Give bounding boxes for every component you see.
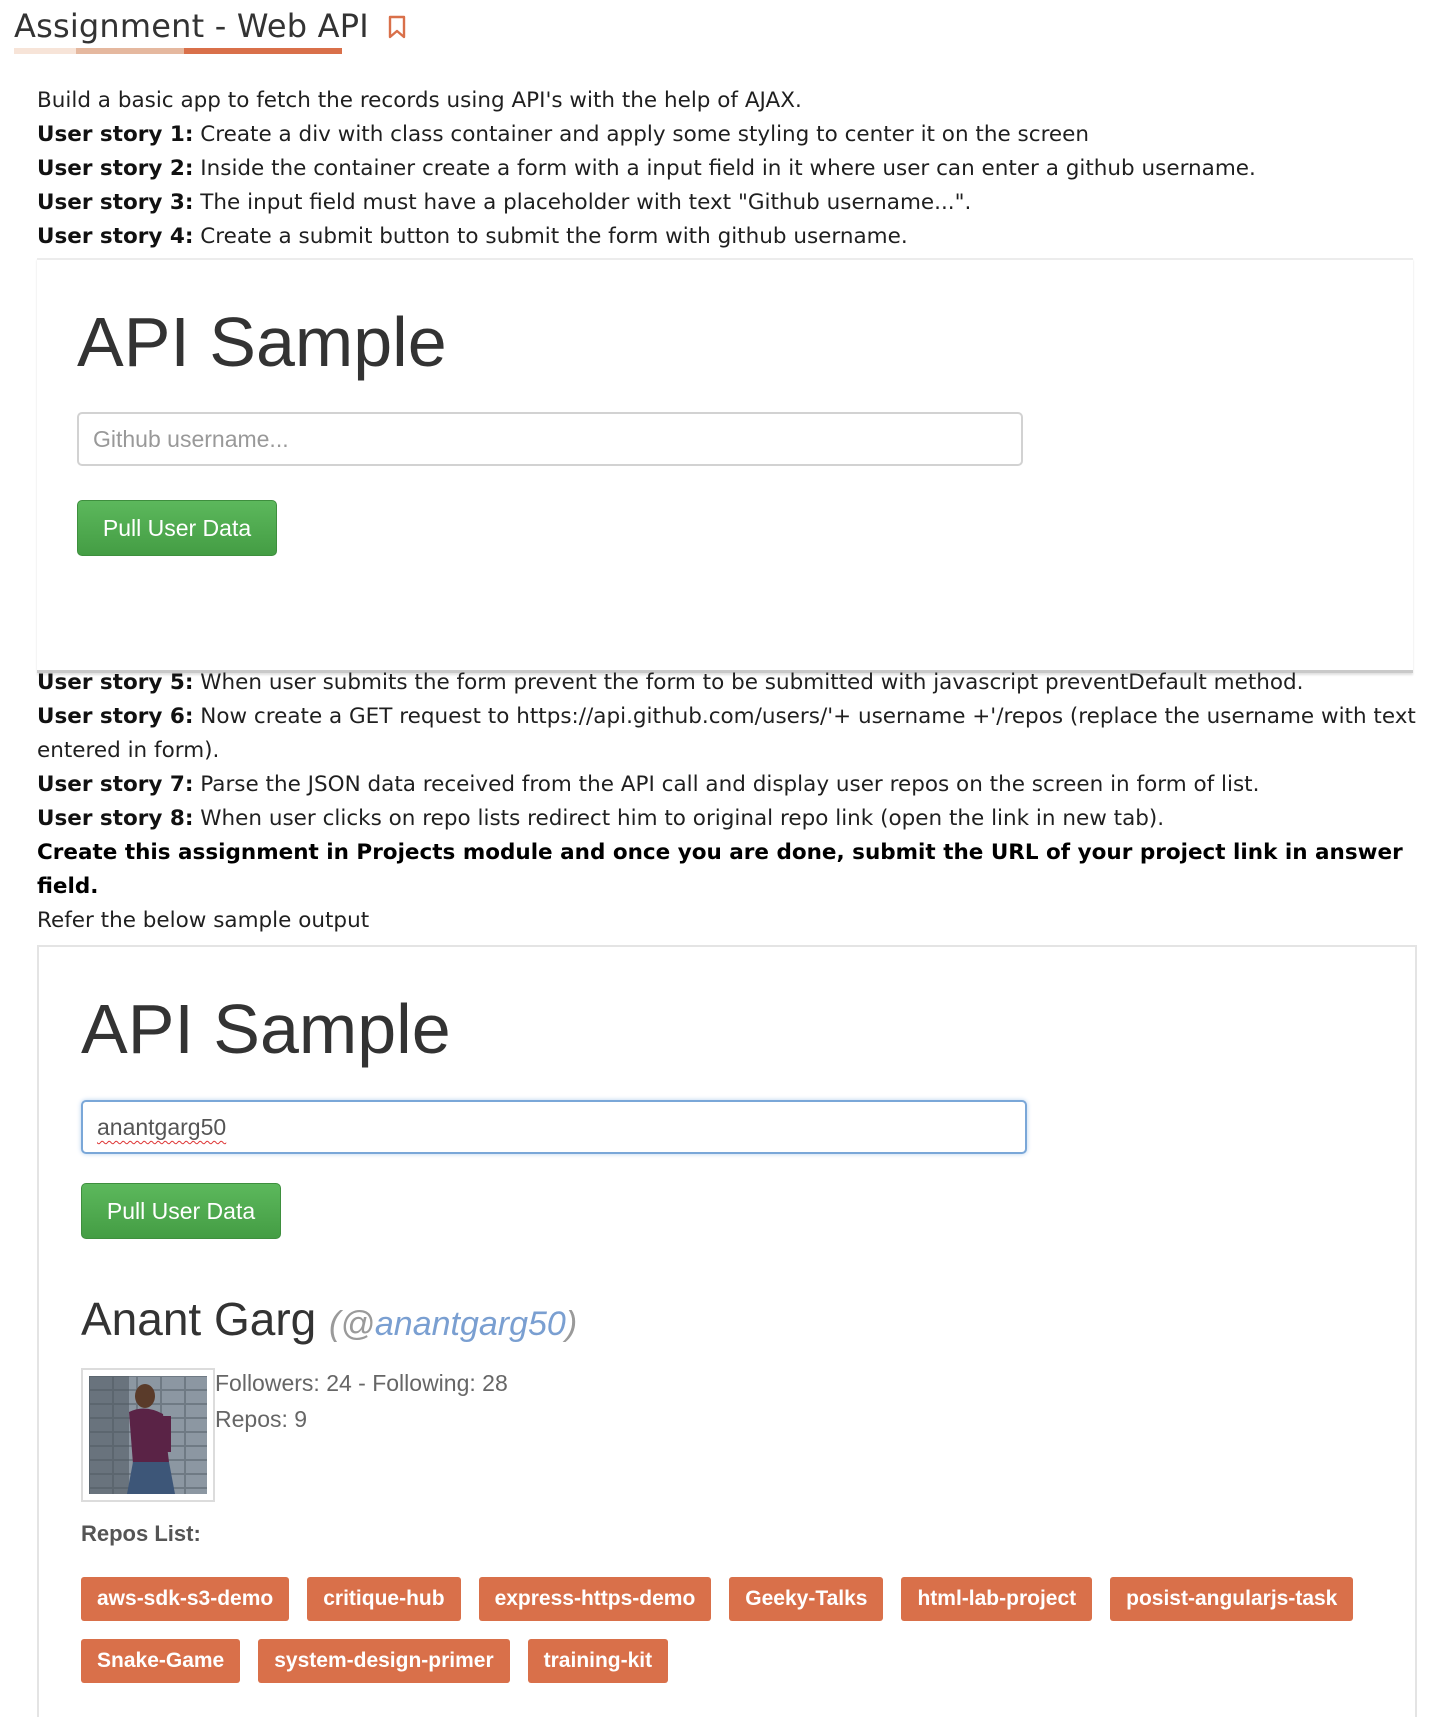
- user-name-heading: Anant Garg (@anantgarg50): [81, 1291, 577, 1352]
- pull-user-data-button: Pull User Data: [81, 1183, 281, 1239]
- repo-link: posist-angularjs-task: [1110, 1577, 1354, 1621]
- repo-link: Snake-Game: [81, 1639, 241, 1683]
- repo-link: training-kit: [527, 1639, 669, 1683]
- sample-image-result: API Sample anantgarg50 Pull User Data An…: [37, 945, 1417, 1717]
- story-6: User story 6: Now create a GET request t…: [37, 704, 1416, 763]
- repo-link: Geeky-Talks: [729, 1577, 884, 1621]
- avatar-photo: [89, 1376, 207, 1494]
- repos-list: aws-sdk-s3-demo critique-hub express-htt…: [81, 1577, 1361, 1683]
- user-stats: Followers: 24 - Following: 28 Repos: 9: [215, 1365, 508, 1437]
- story-5: User story 5: When user submits the form…: [37, 670, 1304, 695]
- github-username-input: anantgarg50: [81, 1100, 1027, 1154]
- sample-image-empty: API Sample Github username... Pull User …: [37, 258, 1413, 673]
- story-4: User story 4: Create a submit button to …: [37, 224, 908, 249]
- instruction-line: Create this assignment in Projects modul…: [37, 840, 1403, 899]
- story-8: User story 8: When user clicks on repo l…: [37, 806, 1165, 831]
- stories-text: User story 5: When user submits the form…: [37, 666, 1417, 938]
- story-1: User story 1: Create a div with class co…: [37, 122, 1090, 147]
- user-name: Anant Garg: [81, 1293, 317, 1345]
- followers-following: Followers: 24 - Following: 28: [215, 1370, 508, 1396]
- repo-link: system-design-primer: [258, 1639, 510, 1683]
- input-value: anantgarg50: [97, 1114, 227, 1140]
- intro-line: Build a basic app to fetch the records u…: [37, 88, 802, 113]
- repo-link: critique-hub: [307, 1577, 461, 1621]
- user-handle: (@anantgarg50): [329, 1305, 578, 1343]
- repo-link: aws-sdk-s3-demo: [81, 1577, 290, 1621]
- page-title: Assignment - Web API: [14, 7, 369, 45]
- github-username-input: Github username...: [77, 412, 1023, 466]
- intro-text: Build a basic app to fetch the records u…: [37, 84, 1417, 254]
- story-7: User story 7: Parse the JSON data receiv…: [37, 772, 1260, 797]
- refer-line: Refer the below sample output: [37, 908, 370, 933]
- story-2: User story 2: Inside the container creat…: [37, 156, 1256, 181]
- sample-heading: API Sample: [81, 990, 451, 1068]
- title-underline: [14, 48, 342, 54]
- pull-user-data-button: Pull User Data: [77, 500, 277, 556]
- sample-heading: API Sample: [77, 303, 447, 381]
- bookmark-icon[interactable]: [387, 15, 407, 44]
- repo-link: express-https-demo: [478, 1577, 712, 1621]
- avatar: [81, 1368, 215, 1502]
- story-3: User story 3: The input field must have …: [37, 190, 972, 215]
- repos-list-label: Repos List:: [81, 1521, 201, 1546]
- repo-link: html-lab-project: [901, 1577, 1093, 1621]
- repos-count: Repos: 9: [215, 1406, 308, 1432]
- header: Assignment - Web API: [14, 6, 407, 46]
